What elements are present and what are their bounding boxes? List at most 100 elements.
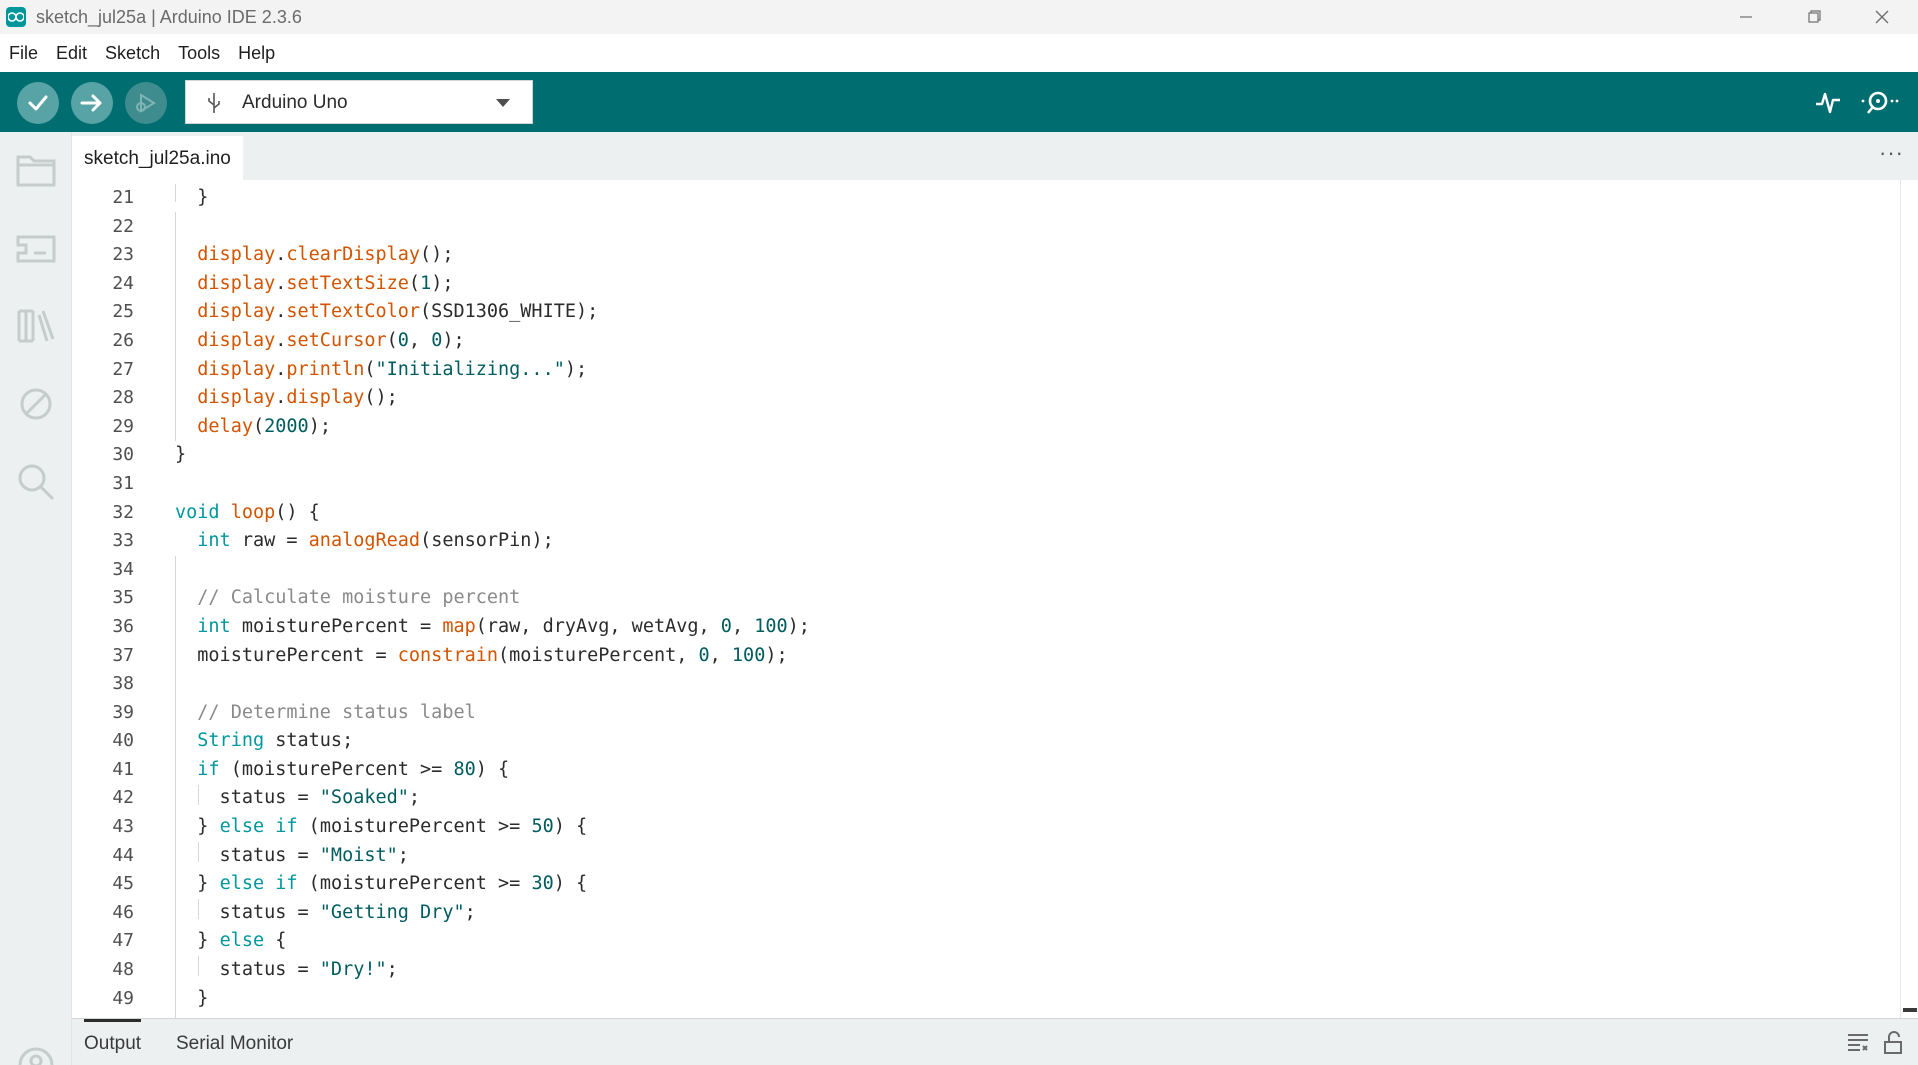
code-line[interactable]: }: [175, 985, 810, 1014]
code-line[interactable]: if (moisturePercent >= 80) {: [175, 756, 810, 785]
line-number: 36: [112, 615, 134, 637]
tab-sketch-file[interactable]: sketch_jul25a.ino: [72, 136, 243, 180]
indent-guide: [198, 842, 199, 862]
code-line[interactable]: String status;: [175, 727, 810, 756]
code-line[interactable]: display.setTextColor(SSD1306_WHITE);: [175, 298, 810, 327]
line-number: 38: [112, 673, 134, 695]
code-line[interactable]: int raw = analogRead(sensorPin);: [175, 527, 810, 556]
menu-tools[interactable]: Tools: [169, 34, 229, 72]
boards-manager-icon[interactable]: [14, 226, 58, 270]
code-line[interactable]: status = "Getting Dry";: [175, 899, 810, 928]
line-number: 31: [112, 472, 134, 494]
code-line[interactable]: int moisturePercent = map(raw, dryAvg, w…: [175, 613, 810, 642]
menu-bar: File Edit Sketch Tools Help: [0, 34, 1918, 72]
upload-icon: [80, 94, 102, 112]
board-name: Arduino Uno: [242, 92, 348, 113]
line-number: 21: [112, 187, 134, 208]
line-number: 44: [112, 844, 134, 866]
line-number: 34: [112, 558, 134, 580]
debug-button[interactable]: [125, 82, 167, 124]
search-icon[interactable]: [14, 460, 58, 504]
line-number: 43: [112, 816, 134, 838]
code-line[interactable]: display.setCursor(0, 0);: [175, 327, 810, 356]
library-manager-icon[interactable]: [14, 304, 58, 348]
line-number: 37: [112, 644, 134, 666]
code-line[interactable]: delay(2000);: [175, 413, 810, 442]
code-line[interactable]: }: [175, 441, 810, 470]
line-number: 46: [112, 901, 134, 923]
code-line[interactable]: // Determine status label: [175, 699, 810, 728]
code-line[interactable]: } else {: [175, 927, 810, 956]
code-line[interactable]: display.clearDisplay();: [175, 241, 810, 270]
line-number: 25: [112, 301, 134, 323]
code-line[interactable]: moisturePercent = constrain(moisturePerc…: [175, 642, 810, 671]
minimize-icon[interactable]: [1712, 0, 1780, 34]
code-line[interactable]: status = "Dry!";: [175, 956, 810, 985]
lock-scroll-icon[interactable]: [1882, 1031, 1904, 1055]
line-number: 27: [112, 358, 134, 380]
line-number: 35: [112, 587, 134, 609]
indent-guide: [175, 556, 176, 1018]
code-line[interactable]: status = "Soaked";: [175, 784, 810, 813]
line-number: 42: [112, 787, 134, 809]
profile-icon[interactable]: [14, 1038, 58, 1065]
code-line[interactable]: display.setTextSize(1);: [175, 270, 810, 299]
code-line[interactable]: } else if (moisturePercent >= 50) {: [175, 813, 810, 842]
serial-plotter-button[interactable]: [1808, 84, 1848, 120]
code-line[interactable]: ​: [175, 470, 810, 499]
line-number: 22: [112, 215, 134, 237]
restore-icon[interactable]: [1780, 0, 1848, 34]
serial-monitor-icon: [1861, 91, 1899, 114]
indent-guide: [175, 184, 176, 202]
code-line[interactable]: ​: [175, 213, 810, 242]
line-number: 29: [112, 415, 134, 437]
menu-sketch[interactable]: Sketch: [96, 34, 169, 72]
toolbar: Arduino Uno: [0, 72, 1918, 132]
toggle-output-icon[interactable]: [1846, 1031, 1870, 1053]
board-selector[interactable]: Arduino Uno: [185, 80, 533, 124]
code-line[interactable]: }: [175, 184, 810, 213]
chevron-down-icon: [496, 99, 510, 107]
arduino-logo-icon: [6, 7, 26, 27]
menu-edit[interactable]: Edit: [47, 34, 96, 72]
line-number: 39: [112, 701, 134, 723]
line-number: 40: [112, 730, 134, 752]
line-number: 49: [112, 987, 134, 1009]
line-number: 30: [112, 444, 134, 466]
code-content[interactable]: }​ display.clearDisplay(); display.setTe…: [175, 184, 810, 1013]
scrollbar-thumb[interactable]: [1903, 1008, 1917, 1012]
code-line[interactable]: } else if (moisturePercent >= 30) {: [175, 870, 810, 899]
close-icon[interactable]: [1848, 0, 1916, 34]
code-line[interactable]: void loop() {: [175, 499, 810, 528]
code-editor[interactable]: 21 22 23 24 25 26 27 28 29 30 31 32 33 34 35 36 37 38 39 40…: [72, 180, 1918, 1018]
line-number: 26: [112, 329, 134, 351]
code-line[interactable]: ​: [175, 670, 810, 699]
bottom-panel: Output Serial Monitor: [72, 1018, 1918, 1065]
code-line[interactable]: display.display();: [175, 384, 810, 413]
serial-monitor-button[interactable]: [1860, 84, 1900, 120]
tab-output[interactable]: Output: [84, 1019, 142, 1065]
more-options-icon[interactable]: ···: [1879, 140, 1904, 166]
sketchbook-folder-icon[interactable]: [14, 148, 58, 192]
code-line[interactable]: display.println("Initializing...");: [175, 356, 810, 385]
tab-serial-monitor[interactable]: Serial Monitor: [176, 1019, 293, 1065]
menu-file[interactable]: File: [0, 34, 47, 72]
menu-help[interactable]: Help: [229, 34, 284, 72]
indent-guide: [198, 956, 199, 976]
line-number: 45: [112, 873, 134, 895]
verify-button[interactable]: [17, 82, 59, 124]
line-number: 41: [112, 758, 134, 780]
verify-icon: [28, 95, 48, 111]
title-bar: sketch_jul25a | Arduino IDE 2.3.6: [0, 0, 1918, 34]
debug-icon: [136, 93, 156, 113]
code-line[interactable]: // Calculate moisture percent: [175, 584, 810, 613]
editor-scrollbar[interactable]: [1900, 180, 1918, 1018]
upload-button[interactable]: [71, 82, 113, 124]
code-line[interactable]: status = "Moist";: [175, 842, 810, 871]
code-line[interactable]: ​: [175, 556, 810, 585]
line-number: 23: [112, 244, 134, 266]
line-number: 33: [112, 530, 134, 552]
debug-disabled-icon[interactable]: [14, 382, 58, 426]
indent-guide: [175, 212, 176, 441]
editor-tab-bar: sketch_jul25a.ino ···: [72, 132, 1918, 180]
